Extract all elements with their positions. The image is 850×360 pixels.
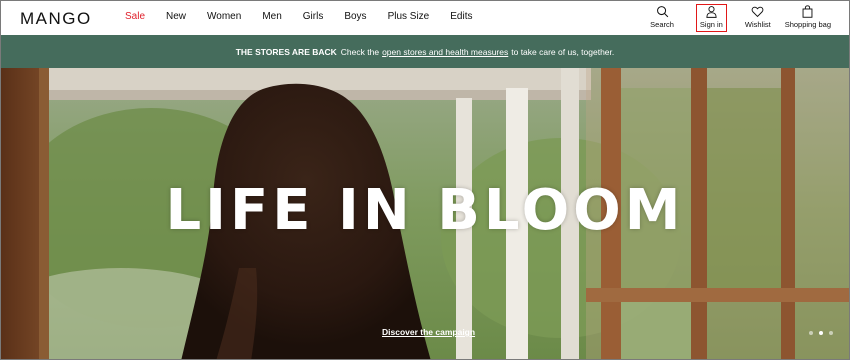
promo-text-before: Check the [340,46,380,57]
main-nav: Sale New Women Men Girls Boys Plus Size … [125,11,493,22]
promo-link[interactable]: open stores and health measures [382,47,508,57]
nav-item-boys[interactable]: Boys [344,11,366,22]
nav-item-plus-size[interactable]: Plus Size [388,11,430,22]
brand-logo[interactable]: MANGO [20,9,92,29]
search-icon [656,6,668,18]
wishlist-label: Wishlist [744,20,771,29]
discover-campaign-link[interactable]: Discover the campaign [382,327,475,337]
shopping-bag-label: Shopping bag [784,20,831,29]
carousel-dot[interactable] [809,331,813,335]
nav-item-men[interactable]: Men [262,11,281,22]
nav-item-new[interactable]: New [166,11,186,22]
shopping-bag-button[interactable]: Shopping bag [785,5,831,29]
sign-in-label: Sign in [699,20,723,29]
promo-headline: THE STORES ARE BACK [235,46,337,57]
search-button[interactable]: Search [650,5,674,29]
hero-title: LIFE IN BLOOM [165,178,685,243]
carousel-indicators [809,331,833,335]
carousel-dot[interactable] [829,331,833,335]
nav-item-women[interactable]: Women [207,11,241,22]
promo-banner: THE STORES ARE BACK Check the open store… [1,35,849,68]
page-frame: MANGO Sale New Women Men Girls Boys Plus… [0,0,850,360]
nav-item-girls[interactable]: Girls [303,11,324,22]
hero-banner[interactable]: LIFE IN BLOOM Discover the campaign [1,68,849,359]
heart-icon [751,6,764,18]
wishlist-button[interactable]: Wishlist [745,5,771,29]
search-label: Search [650,20,674,29]
header-utilities: Search Sign in Wishlist Shopping bag [650,4,831,32]
nav-item-edits[interactable]: Edits [450,11,472,22]
site-header: MANGO Sale New Women Men Girls Boys Plus… [1,1,849,35]
user-icon [706,6,717,18]
sign-in-button[interactable]: Sign in [695,4,727,32]
promo-text-after: to take care of us, together. [511,46,615,57]
carousel-dot-active[interactable] [819,331,823,335]
nav-item-sale[interactable]: Sale [125,11,145,22]
bag-icon [802,5,813,18]
